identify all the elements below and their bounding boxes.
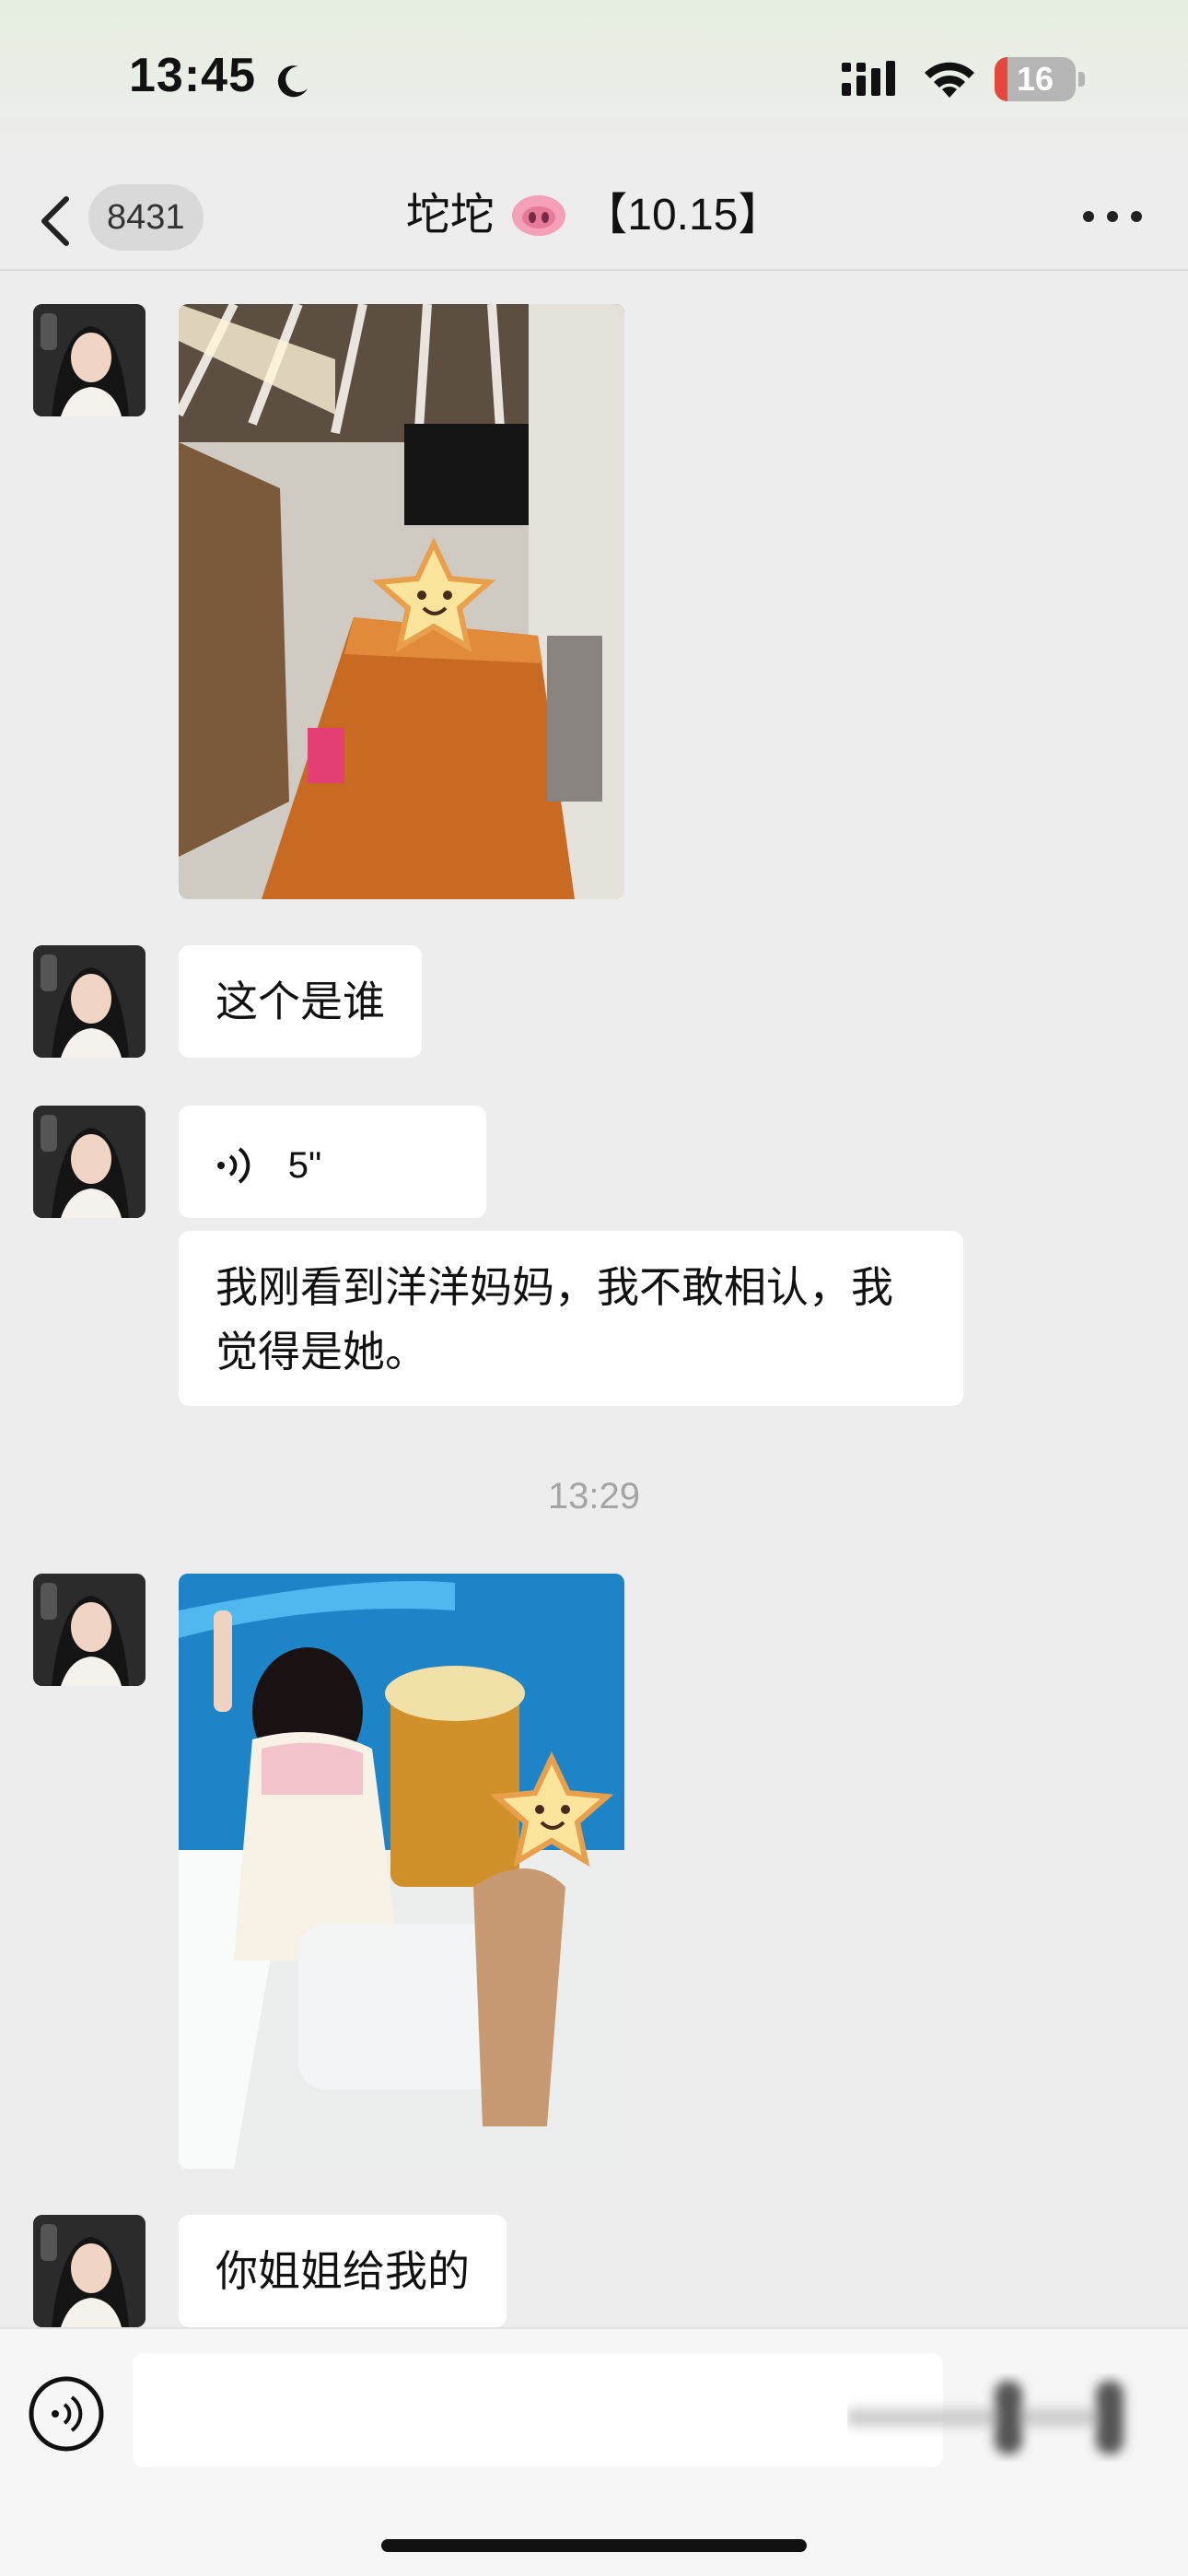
chat-title-name: 坨坨 [405,191,495,240]
avatar[interactable] [33,304,146,416]
wifi-icon [925,62,974,98]
avatar[interactable] [33,1574,146,1686]
unread-count-badge: 8431 [88,184,204,251]
voice-duration: 5" [287,1144,322,1186]
pig-nose-icon [511,195,565,237]
chat-title-tag: 【10.15】 [583,191,783,240]
chat-message-list[interactable]: 这个是谁 5" 我刚看到洋洋妈妈，我不敢相认，我觉得是她。 13:29 你姐姐给… [0,273,1188,2327]
avatar[interactable] [33,1106,146,1218]
voice-wave-icon [217,1147,250,1184]
avatar[interactable] [33,945,146,1058]
message-bubble[interactable]: 这个是谁 [179,945,422,1058]
back-chevron-icon [41,196,69,246]
more-icon[interactable] [1076,193,1149,240]
message-image[interactable] [179,1574,624,2169]
voice-message-bubble[interactable]: 5" [179,1106,486,1218]
message-timestamp: 13:29 [547,1476,641,1516]
voice-input-icon[interactable] [28,2375,105,2453]
moon-icon [277,65,308,98]
battery-icon: 16 [995,57,1085,101]
status-time: 13:45 [129,49,256,102]
cellular-signal-icon [842,61,895,96]
back-button[interactable]: 8431 [37,179,221,251]
chat-title: 坨坨 【10.15】 [276,179,912,249]
status-bar: 13:45 16 [0,0,1188,157]
chat-header: 8431 坨坨 【10.15】 [0,157,1188,271]
message-bubble[interactable]: 我刚看到洋洋妈妈，我不敢相认，我觉得是她。 [179,1231,963,1406]
battery-level: 16 [1016,60,1054,98]
avatar[interactable] [33,2215,146,2327]
home-indicator [381,2539,807,2552]
message-image[interactable] [179,304,624,899]
message-bubble[interactable]: 你姐姐给我的 [179,2215,507,2327]
message-input[interactable] [133,2353,943,2467]
blurred-toolbar-icons [847,2381,1124,2454]
